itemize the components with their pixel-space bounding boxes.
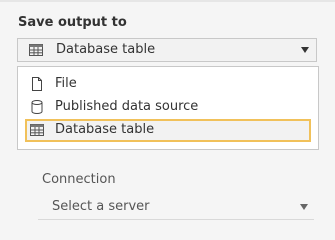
server-select-placeholder: Select a server [52, 199, 150, 214]
save-output-title: Save output to [18, 15, 127, 30]
menu-item-label: File [55, 76, 77, 91]
save-output-select[interactable]: Database table [17, 38, 317, 62]
menu-item-published-data-source[interactable]: Published data source [25, 96, 311, 119]
menu-item-database-table[interactable]: Database table [25, 119, 311, 142]
menu-item-file[interactable]: File [25, 73, 311, 96]
database-cylinder-icon [29, 99, 45, 115]
connection-label: Connection [42, 172, 116, 187]
menu-item-label: Published data source [55, 99, 199, 114]
menu-item-label: Database table [55, 122, 155, 137]
database-table-icon [29, 122, 45, 138]
top-divider [0, 0, 335, 2]
server-select[interactable]: Select a server [38, 194, 314, 220]
chevron-down-icon [300, 204, 308, 210]
save-output-dropdown-menu: File Published data source Database tabl… [17, 66, 319, 150]
file-icon [29, 76, 45, 92]
chevron-down-icon [301, 47, 309, 53]
save-output-selected-value: Database table [56, 42, 156, 57]
database-table-icon [28, 42, 44, 58]
